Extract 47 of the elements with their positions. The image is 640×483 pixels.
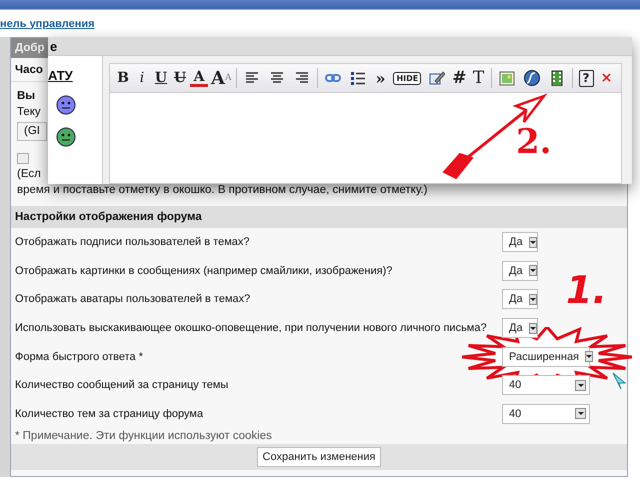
save-button[interactable]: Сохранить изменения [256,447,382,468]
list-icon [350,70,366,86]
caret-icon [528,265,537,276]
dropdown[interactable]: Да [502,289,538,310]
cursor-icon [612,372,626,390]
smiley-icon [56,95,76,115]
hide-button[interactable]: HIDE [393,72,422,84]
hint-text: время и поставьте отметку в окошко. В противном случае, снимите отметку.) [17,184,428,196]
setting-label: Отображать аватары пользователей в темах? [14,293,250,306]
caret-icon [528,236,537,248]
annotation-number: 1. [566,268,607,312]
setting-label: Форма быстрого ответа * [14,350,144,363]
caret-icon [528,322,537,334]
annotation-number: 2. [516,122,552,162]
caret-icon [528,294,537,305]
checkbox[interactable] [17,152,29,164]
dropdown[interactable]: Да [502,318,538,338]
dropdown[interactable]: 40 [502,375,590,396]
dropdown[interactable]: Расширенная [502,346,590,367]
setting-label: Количество сообщений за страницу темы [14,379,228,392]
field-label: Вы [17,90,36,102]
flash-button[interactable] [522,67,542,89]
setting-label: Отображать подписи пользователей в темах? [14,236,250,248]
dropdown[interactable]: 40 [502,404,590,424]
setting-label: Использовать выскакивающее окошко-оповещение, при получении нового личного письма? [14,322,487,334]
sidebar-heading: АТУ [48,68,73,83]
hint-text: (Есл [17,168,41,180]
help-button[interactable]: ? [578,70,594,86]
setting-label: Отображать картинки в сообщениях (например смайлики, изображения)? [14,264,392,277]
control-panel-link[interactable]: нель управления [0,18,95,30]
image-icon [498,70,514,86]
footnote: * Примечание. Эти функции используют cookies [14,429,273,444]
dropdown[interactable]: Да [502,260,538,281]
pencil-icon [429,70,446,86]
caret-icon [575,408,586,420]
caret-icon [585,351,594,362]
field-label: Теку [17,106,41,118]
text-color-button[interactable]: A [190,69,208,87]
smiley-icon [56,127,76,147]
dropdown[interactable]: Да [502,232,538,252]
caret-icon [575,380,586,391]
dropdown[interactable]: (GI [17,122,47,141]
film-strip-icon [548,70,564,86]
popup-title: е [50,38,58,54]
setting-label: Количество тем за страницу форума [14,408,204,420]
flash-icon [524,70,540,86]
section-header: Настройки отображения форума [11,206,627,228]
